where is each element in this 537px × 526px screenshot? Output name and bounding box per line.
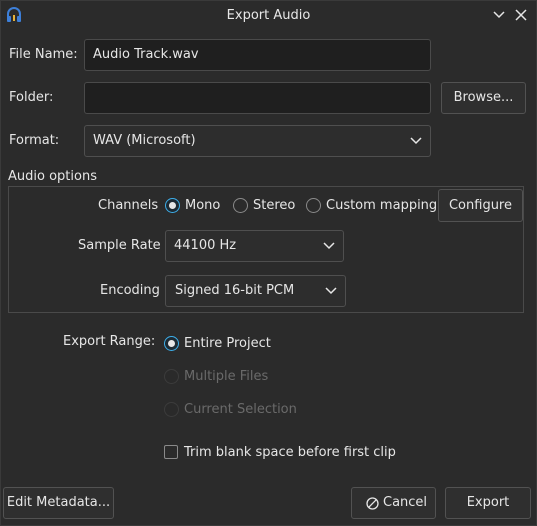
channel-mono-radio[interactable] [165, 198, 180, 213]
range-current-selection-label: Current Selection [184, 402, 297, 417]
sample-rate-select[interactable]: 44100 Hz [165, 230, 344, 262]
cancel-label: Cancel [383, 495, 428, 510]
encoding-value: Signed 16-bit PCM [175, 283, 295, 298]
range-multiple-files-radio [164, 369, 179, 384]
close-icon[interactable] [513, 7, 529, 23]
sample-rate-value: 44100 Hz [174, 238, 237, 253]
export-audio-dialog: Export Audio File Name: Audio Track.wav … [0, 0, 537, 526]
encoding-select[interactable]: Signed 16-bit PCM [165, 275, 346, 307]
trim-label: Trim blank space before first clip [184, 445, 396, 460]
browse-button[interactable]: Browse... [441, 82, 526, 114]
channel-stereo-label: Stereo [253, 198, 296, 213]
channel-custom-radio[interactable] [306, 198, 321, 213]
folder-label: Folder: [9, 90, 54, 105]
configure-button[interactable]: Configure [438, 189, 523, 222]
range-entire-project-radio[interactable] [164, 336, 179, 351]
encoding-label: Encoding [100, 283, 160, 298]
format-select[interactable]: WAV (Microsoft) [84, 125, 431, 157]
file-name-label: File Name: [9, 47, 78, 62]
format-selected-value: WAV (Microsoft) [93, 133, 196, 148]
export-button[interactable]: Export [445, 487, 531, 519]
chevron-down-icon [410, 137, 422, 145]
window-title: Export Audio [226, 8, 311, 23]
channel-stereo-radio[interactable] [233, 198, 248, 213]
chevron-down-icon [325, 287, 337, 295]
channel-mono-label: Mono [185, 198, 221, 213]
range-multiple-files-label: Multiple Files [184, 369, 269, 384]
range-entire-project-label: Entire Project [184, 336, 271, 351]
channels-label: Channels [98, 198, 159, 213]
export-range-label: Export Range: [63, 334, 156, 349]
audio-options-title: Audio options [8, 169, 99, 184]
channel-custom-label: Custom mapping [326, 198, 438, 213]
cancel-button[interactable]: Cancel [351, 487, 436, 519]
trim-checkbox[interactable] [164, 445, 178, 459]
sample-rate-label: Sample Rate [78, 238, 161, 253]
format-label: Format: [9, 133, 60, 148]
file-name-input[interactable]: Audio Track.wav [84, 39, 431, 71]
chevron-down-icon [323, 242, 335, 250]
range-current-selection-radio [164, 402, 179, 417]
folder-input[interactable] [84, 82, 431, 114]
chevron-down-icon[interactable] [491, 7, 507, 23]
edit-metadata-button[interactable]: Edit Metadata... [3, 487, 114, 519]
cancel-icon [366, 497, 379, 510]
title-bar: Export Audio [1, 1, 536, 31]
